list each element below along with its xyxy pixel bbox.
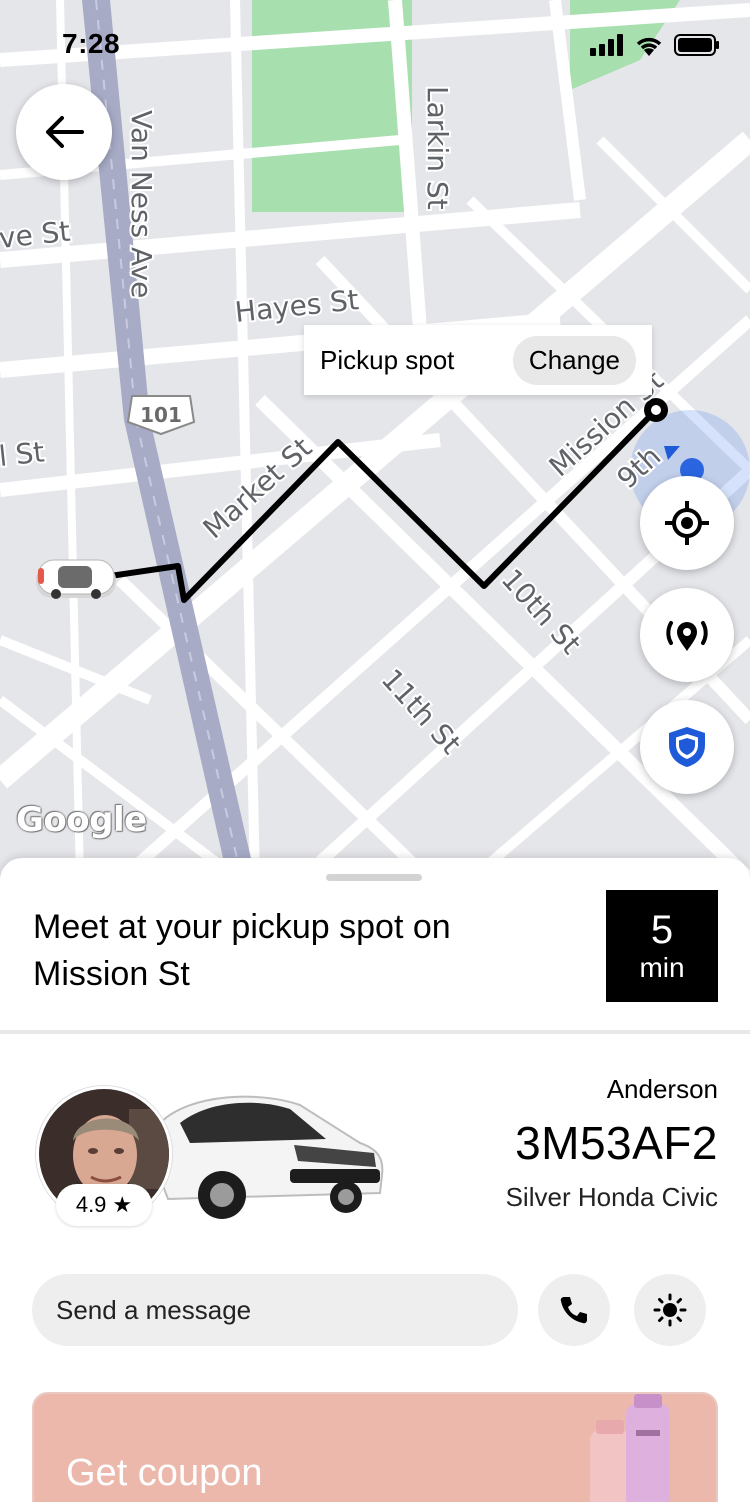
coupon-promo-card[interactable]: Get coupon <box>32 1392 718 1502</box>
broadcast-pin-icon <box>666 621 708 651</box>
trip-status-headline: Meet at your pickup spot on Mission St <box>33 908 451 993</box>
map-view[interactable]: Van Ness Ave Larkin St ve St Hayes St l … <box>0 0 750 880</box>
street-label-hayes: Hayes St <box>233 283 360 329</box>
vehicle-description: Silver Honda Civic <box>505 1182 718 1212</box>
star-icon: ★ <box>112 1192 133 1217</box>
vehicle-image <box>150 1083 390 1223</box>
arrow-left-icon <box>46 116 84 148</box>
street-label-van-ness: Van Ness Ave <box>125 110 158 298</box>
send-message-input[interactable]: Send a message <box>32 1274 518 1346</box>
google-attribution: Google <box>16 800 147 840</box>
sheet-grabber[interactable] <box>326 874 422 881</box>
car-illustration <box>154 1095 384 1219</box>
driver-rating-badge: 4.9 ★ <box>56 1184 152 1226</box>
street-label-larkin: Larkin St <box>421 86 454 210</box>
driver-car-marker <box>36 559 116 599</box>
coupon-title: Get coupon <box>66 1452 263 1494</box>
signal-icon <box>590 34 623 56</box>
crosshair-icon <box>665 501 709 545</box>
street-label-11th: 11th St <box>375 663 468 761</box>
safety-toolkit-button[interactable] <box>640 700 734 794</box>
eta-badge: 5 min <box>606 890 718 1002</box>
pickup-spot-label: Pickup spot <box>320 344 455 375</box>
more-options-button[interactable] <box>634 1274 706 1346</box>
sheet-divider <box>0 1030 750 1034</box>
status-time: 7:28 <box>62 28 121 59</box>
svg-text:101: 101 <box>140 403 182 427</box>
street-label-l-st: l St <box>0 435 46 473</box>
license-plate: 3M53AF2 <box>515 1117 718 1169</box>
eta-value: 5 <box>650 908 674 952</box>
driver-rating-value: 4.9 <box>75 1192 107 1217</box>
share-location-button[interactable] <box>640 588 734 682</box>
sun-icon <box>653 1293 687 1327</box>
driver-name: Anderson <box>606 1074 718 1104</box>
call-driver-button[interactable] <box>538 1274 610 1346</box>
shield-icon <box>669 727 705 767</box>
battery-icon <box>674 34 719 56</box>
change-pickup-button[interactable]: Change <box>512 335 636 385</box>
back-button[interactable] <box>16 84 112 180</box>
product-image <box>590 1394 670 1502</box>
pickup-spot-popup: Pickup spot Change <box>304 325 652 395</box>
eta-unit: min <box>639 952 685 983</box>
wifi-icon <box>636 37 662 56</box>
map-canvas: Van Ness Ave Larkin St ve St Hayes St l … <box>0 0 750 880</box>
phone-icon <box>560 1297 587 1324</box>
status-icons <box>590 34 720 56</box>
trip-bottom-sheet: Meet at your pickup spot on Mission St 5… <box>0 858 750 1502</box>
recenter-button[interactable] <box>640 476 734 570</box>
